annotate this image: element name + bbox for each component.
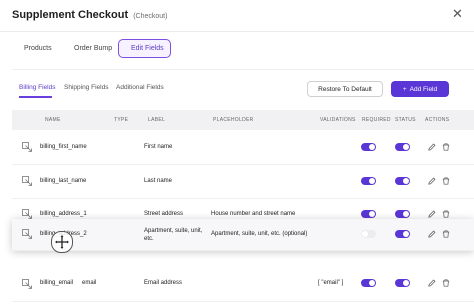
status-toggle[interactable]	[395, 143, 410, 151]
required-toggle[interactable]	[361, 143, 376, 151]
tab-order-bump[interactable]: Order Bump	[62, 39, 118, 58]
field-placeholder: Apartment, suite, unit, etc. (optional)	[211, 231, 308, 237]
tab-products[interactable]: Products	[12, 39, 58, 58]
field-name: billing_last_name	[40, 178, 87, 184]
col-required: REQUIRED	[362, 117, 391, 123]
restore-default-button[interactable]: Restore To Default	[307, 81, 383, 97]
col-label: LABEL	[148, 117, 166, 123]
col-validations: VALIDATIONS	[320, 117, 356, 123]
field-label: First name	[144, 144, 173, 150]
tab-shipping-fields[interactable]: Shipping Fields	[64, 84, 108, 91]
drag-handle-icon[interactable]	[22, 142, 32, 152]
field-name: billing_address_1	[40, 211, 87, 217]
checkout-fields-modal: Supplement Checkout (Checkout) ✕ Product…	[0, 0, 474, 307]
drag-handle-icon[interactable]	[22, 229, 32, 239]
col-status: STATUS	[395, 117, 416, 123]
required-toggle[interactable]	[361, 177, 376, 185]
trash-icon[interactable]	[442, 177, 450, 185]
tab-label: Order Bump	[74, 45, 113, 52]
move-cursor-icon	[51, 231, 73, 253]
field-placeholder: House number and street name	[211, 211, 296, 217]
modal-header: Supplement Checkout (Checkout) ✕	[0, 0, 474, 32]
field-validations: [ "email" ]	[318, 280, 344, 286]
field-name: billing_email	[40, 280, 74, 286]
field-name: billing_first_name	[40, 144, 87, 150]
status-toggle[interactable]	[395, 279, 410, 287]
required-toggle[interactable]	[361, 210, 376, 218]
tab-edit-fields[interactable]: Edit Fields	[118, 39, 171, 58]
col-actions: ACTIONS	[425, 117, 450, 123]
field-label: Last name	[144, 178, 173, 184]
edit-icon[interactable]	[428, 230, 436, 238]
dragged-table-row[interactable]: billing_address_2 Apartment, suite, unit…	[12, 219, 474, 251]
active-tab-underline	[19, 96, 52, 98]
trash-icon[interactable]	[442, 230, 450, 238]
tab-billing-fields[interactable]: Billing Fields	[19, 84, 56, 91]
table-row[interactable]: billing_email email Email address [ "ema…	[12, 267, 474, 302]
close-icon[interactable]: ✕	[452, 7, 463, 20]
plus-icon: +	[402, 85, 407, 93]
status-toggle[interactable]	[395, 230, 410, 238]
modal-subtitle: (Checkout)	[133, 13, 168, 20]
status-toggle[interactable]	[395, 210, 410, 218]
edit-icon[interactable]	[428, 279, 436, 287]
drag-handle-icon[interactable]	[22, 279, 32, 289]
field-label: Email address	[144, 280, 183, 286]
modal-title: Supplement Checkout (Checkout)	[12, 9, 167, 21]
add-field-button[interactable]: + Add Field	[391, 81, 449, 97]
required-toggle[interactable]	[361, 279, 376, 287]
col-name: NAME	[45, 117, 61, 123]
col-placeholder: PLACEHOLDER	[213, 117, 254, 123]
status-toggle[interactable]	[395, 177, 410, 185]
edit-icon[interactable]	[428, 177, 436, 185]
tab-label: Edit Fields	[131, 45, 164, 52]
trash-icon[interactable]	[442, 143, 450, 151]
col-type: TYPE	[114, 117, 129, 123]
drag-handle-icon[interactable]	[22, 209, 32, 219]
add-field-label: Add Field	[409, 85, 438, 93]
edit-icon[interactable]	[428, 210, 436, 218]
table-header: NAME TYPE LABEL PLACEHOLDER VALIDATIONS …	[12, 110, 474, 130]
modal-title-text: Supplement Checkout	[12, 9, 129, 21]
tab-label: Products	[24, 45, 52, 52]
field-type: email	[82, 280, 97, 286]
trash-icon[interactable]	[442, 210, 450, 218]
drag-handle-icon[interactable]	[22, 176, 32, 186]
field-label: Apartment, suite, unit, etc.	[144, 228, 203, 242]
table-row[interactable]: billing_last_name Last name	[12, 165, 474, 199]
edit-icon[interactable]	[428, 143, 436, 151]
trash-icon[interactable]	[442, 279, 450, 287]
table-row[interactable]: billing_first_name First name	[12, 131, 474, 165]
required-toggle[interactable]	[361, 230, 376, 238]
field-label: Street address	[144, 211, 184, 217]
tab-additional-fields[interactable]: Additional Fields	[116, 84, 164, 91]
